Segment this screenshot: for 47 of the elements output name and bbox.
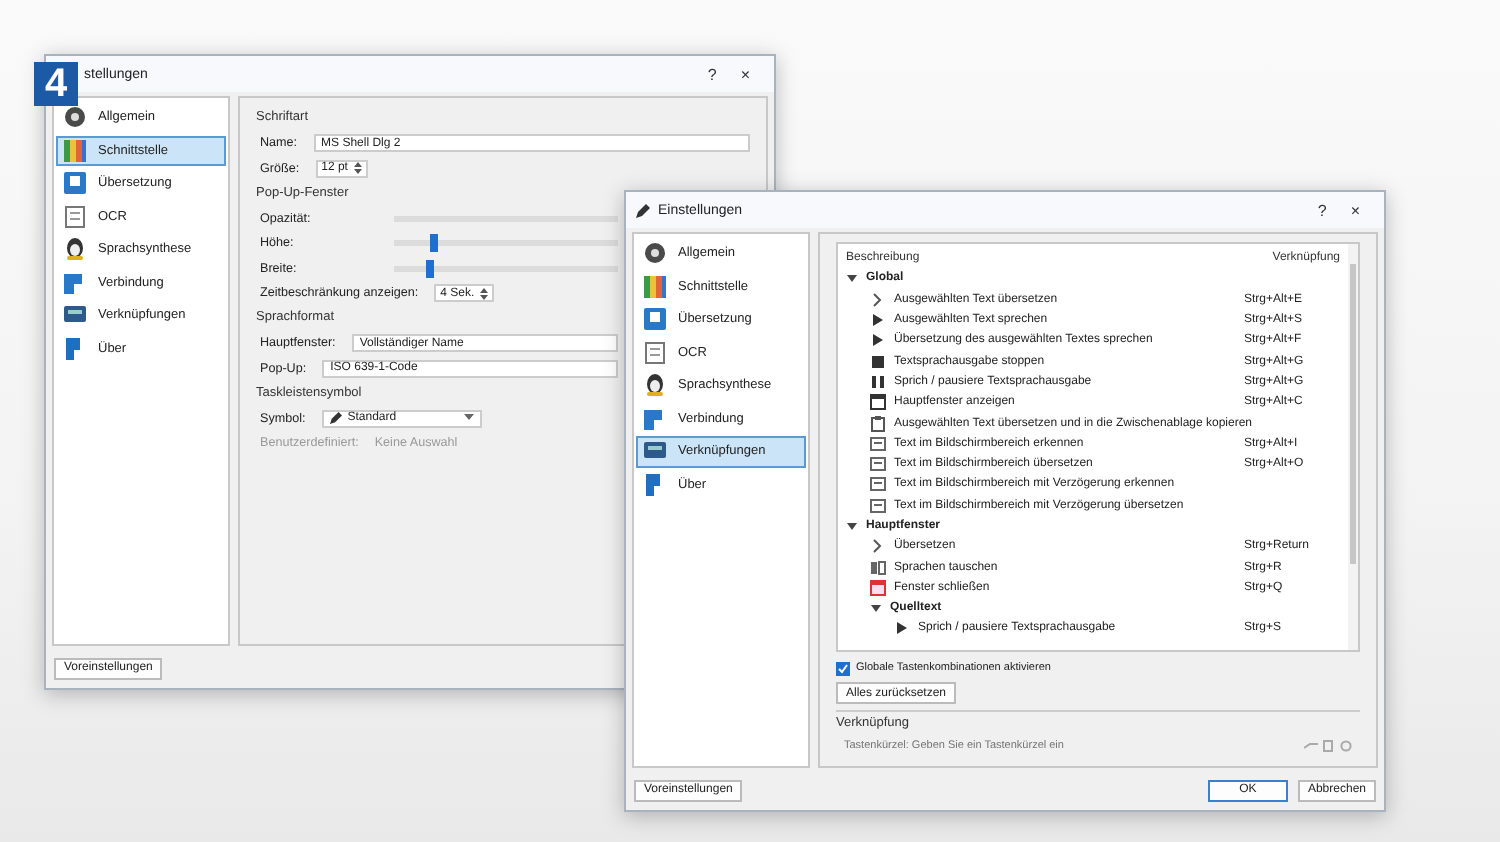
close-button[interactable]: × [732, 65, 758, 83]
slider-thumb[interactable] [425, 259, 434, 278]
tile-icon [644, 407, 666, 430]
scrollbar[interactable] [1348, 244, 1358, 650]
help-button[interactable]: ? [699, 65, 725, 83]
document-icon [644, 341, 666, 364]
swap-icon [870, 559, 886, 576]
chevron-icon [870, 538, 886, 555]
caret-icon[interactable] [846, 520, 858, 532]
figure-number-badge: 4 [34, 62, 78, 106]
spin-arrows-icon [353, 162, 362, 175]
help-button[interactable]: ? [1309, 201, 1335, 219]
close-button[interactable]: × [1342, 201, 1368, 219]
caret-icon [463, 414, 474, 423]
screen-text-icon [870, 435, 886, 452]
slider-thumb[interactable] [429, 234, 438, 253]
spin-arrows-icon [480, 287, 489, 300]
chevron-icon [870, 291, 886, 308]
play-icon [894, 620, 910, 637]
document-icon [64, 205, 86, 228]
tile-icon [64, 172, 86, 195]
field-actions-icon [1304, 740, 1352, 752]
window-icon [870, 394, 886, 411]
tile-icon [64, 337, 86, 360]
color-grid-icon [64, 139, 86, 162]
keyboard-icon [644, 440, 666, 463]
screen-text-icon [870, 497, 886, 514]
pause-icon [870, 373, 886, 390]
figure-icon [64, 238, 86, 261]
close-window-icon [870, 579, 886, 596]
pen-icon [636, 203, 650, 217]
caret-icon[interactable] [870, 602, 882, 615]
screen-text-icon [870, 476, 886, 493]
tile-icon [64, 271, 86, 294]
caret-icon[interactable] [846, 272, 858, 285]
clipboard-icon [870, 415, 886, 432]
tile-icon [644, 308, 666, 331]
keyboard-icon [64, 304, 86, 327]
pen-icon [329, 412, 342, 425]
stop-icon [870, 353, 886, 370]
screen-text-icon [870, 456, 886, 473]
tile-icon [644, 473, 666, 496]
gear-icon [64, 106, 86, 129]
figure-icon [644, 374, 666, 397]
checkbox[interactable] [836, 661, 850, 675]
gear-icon [644, 242, 666, 265]
color-grid-icon [644, 275, 666, 298]
